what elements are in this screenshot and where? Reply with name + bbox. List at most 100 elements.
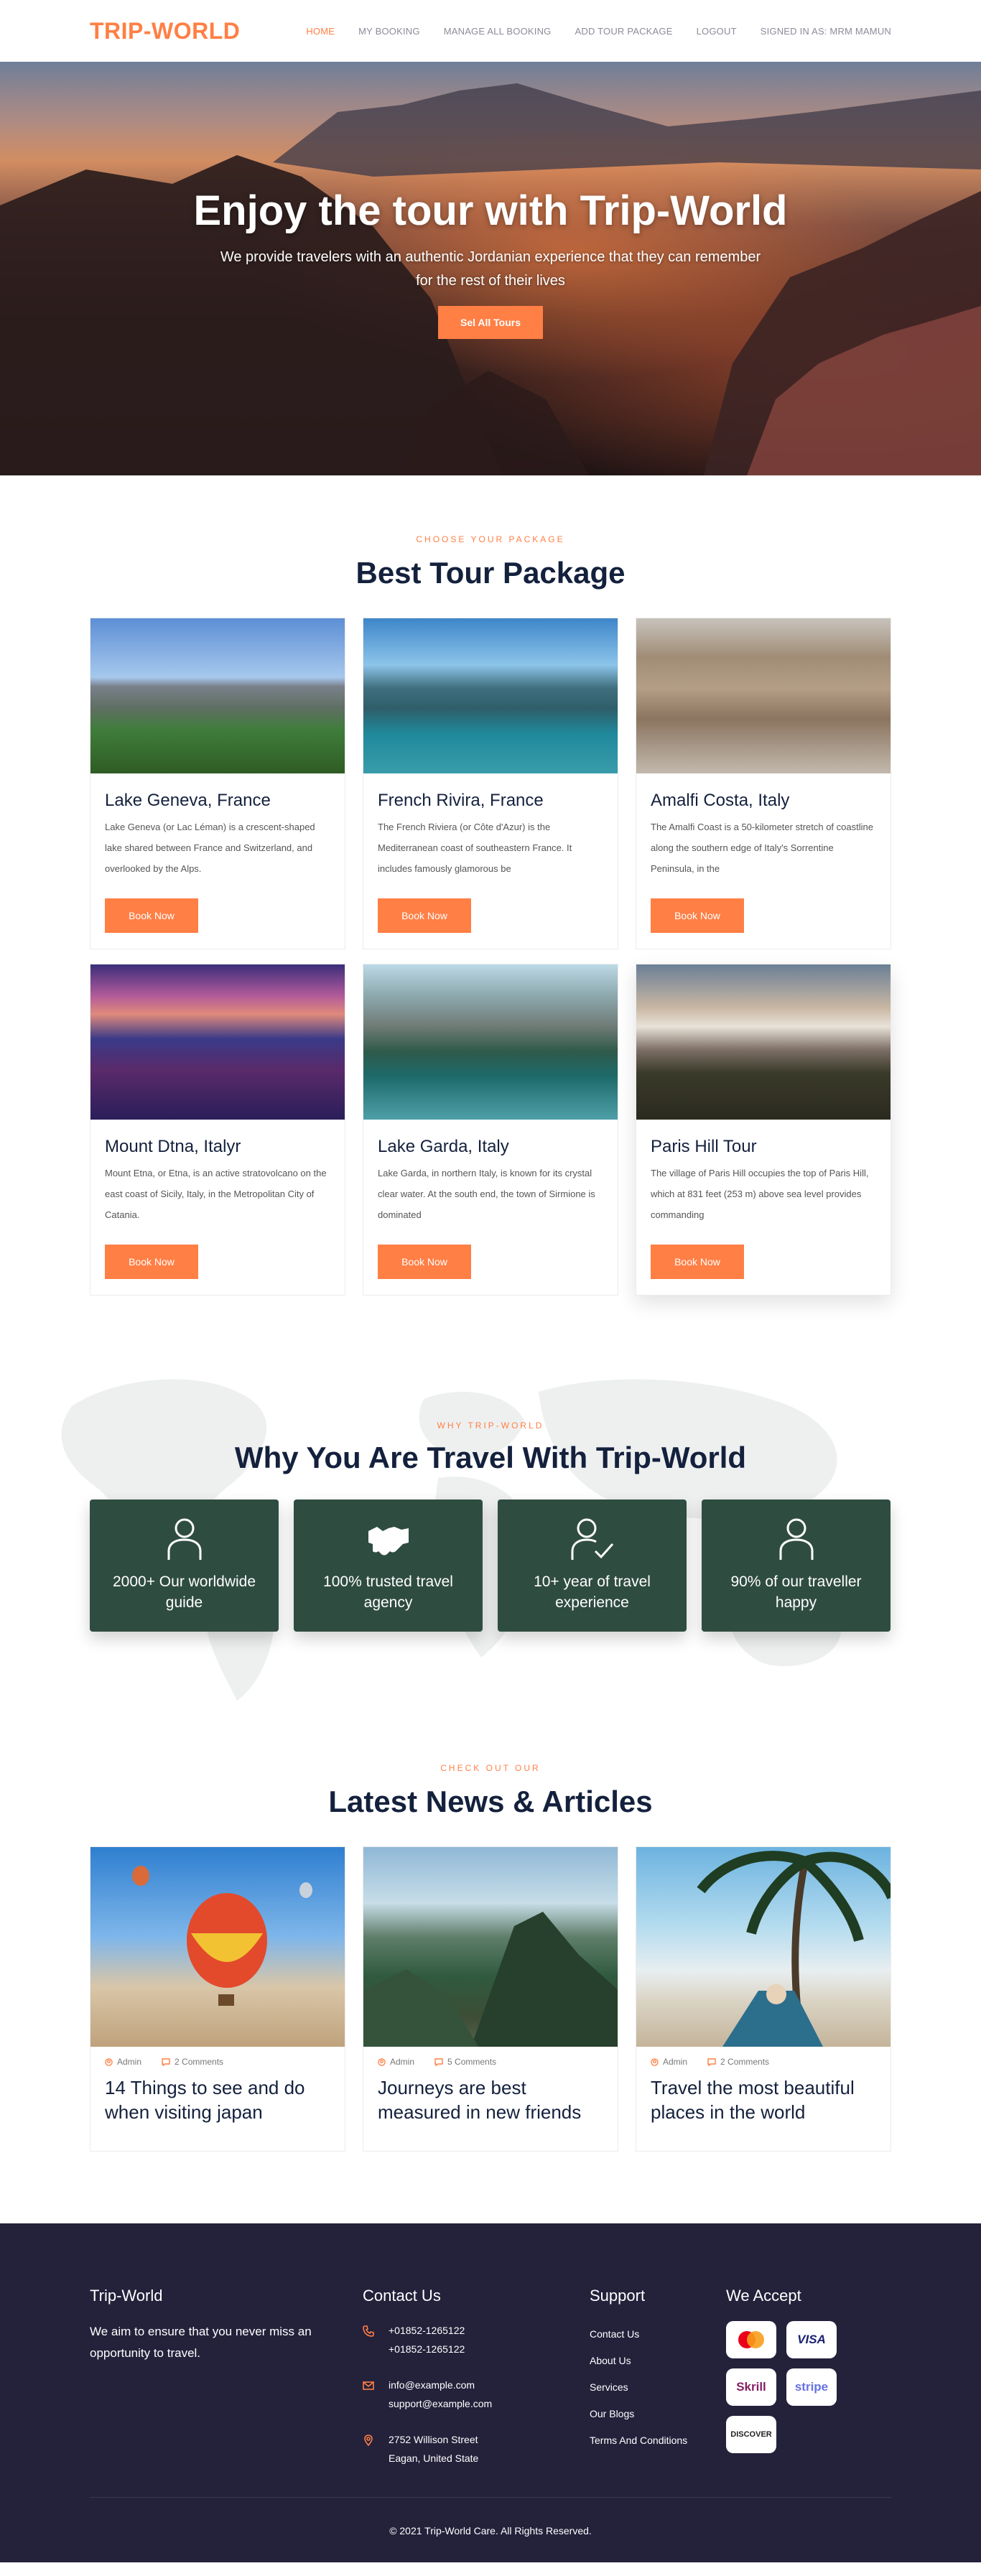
footer-link-contact-us[interactable]: Contact Us xyxy=(590,2321,726,2348)
book-now-button[interactable]: Book Now xyxy=(651,898,744,933)
article-author: Admin xyxy=(378,2057,414,2067)
location-pin-icon xyxy=(364,2435,373,2446)
footer-about-text: We aim to ensure that you never miss an … xyxy=(90,2325,312,2360)
package-card: French Rivira, France The French Riviera… xyxy=(363,618,618,949)
footer-link-our-blogs[interactable]: Our Blogs xyxy=(590,2401,726,2427)
footer-accept-title: We Accept xyxy=(726,2287,801,2305)
contact-address-text: 2752 Willison Street Eagan, United State xyxy=(389,2434,479,2464)
top-navbar: TRIP-WORLD HOME MY BOOKING MANAGE ALL BO… xyxy=(0,0,981,62)
footer-link-services[interactable]: Services xyxy=(590,2374,726,2401)
article-image xyxy=(90,1847,345,2047)
footer-link-terms[interactable]: Terms And Conditions xyxy=(590,2427,726,2454)
contact-address: 2752 Willison Street Eagan, United State xyxy=(363,2430,590,2468)
user-circle-icon xyxy=(651,2057,659,2066)
packages-tag: CHOOSE YOUR PACKAGE xyxy=(416,534,565,544)
article-image xyxy=(636,1847,891,2047)
package-card: Paris Hill Tour The village of Paris Hil… xyxy=(636,964,891,1296)
book-now-button[interactable]: Book Now xyxy=(378,1245,471,1279)
article-comments[interactable]: 2 Comments xyxy=(162,2057,223,2067)
article-card[interactable]: Admin 2 Comments Travel the most beautif… xyxy=(636,1846,891,2152)
packages-title: Best Tour Package xyxy=(355,556,626,590)
package-description: Mount Etna, or Etna, is an active strato… xyxy=(105,1168,327,1220)
feature-text: 90% of our traveller happy xyxy=(730,1573,862,1611)
article-meta: Admin 2 Comments xyxy=(651,2057,876,2067)
user-check-icon xyxy=(571,1518,613,1560)
article-author: Admin xyxy=(651,2057,687,2067)
footer-support-title: Support xyxy=(590,2287,646,2305)
site-footer: Trip-World We aim to ensure that you nev… xyxy=(0,2223,981,2562)
see-all-tours-button[interactable]: Sel All Tours xyxy=(438,305,543,339)
article-title[interactable]: 14 Things to see and do when visiting ja… xyxy=(105,2075,330,2124)
nav-logout[interactable]: LOGOUT xyxy=(697,26,737,37)
main-nav: HOME MY BOOKING MANAGE ALL BOOKING ADD T… xyxy=(306,26,891,37)
footer-about: Trip-World We aim to ensure that you nev… xyxy=(90,2287,363,2485)
why-section: WHY TRIP-WORLD Why You Are Travel With T… xyxy=(0,1363,981,1706)
footer-support: Support Contact Us About Us Services Our… xyxy=(590,2287,726,2485)
feature-card: 10+ year of travel experience xyxy=(498,1499,687,1632)
book-now-button[interactable]: Book Now xyxy=(105,1245,198,1279)
article-image xyxy=(363,1847,618,2047)
mail-icon xyxy=(363,2381,374,2390)
package-image xyxy=(90,618,345,773)
news-tag: CHECK OUT OUR xyxy=(440,1763,541,1773)
package-description: The French Riviera (or Côte d'Azur) is t… xyxy=(378,822,572,874)
nav-add-tour-package[interactable]: ADD TOUR PACKAGE xyxy=(575,26,672,37)
contact-email: info@example.com support@example.com xyxy=(363,2376,590,2413)
user-circle-icon xyxy=(378,2057,386,2066)
package-title: Paris Hill Tour xyxy=(651,1137,757,1156)
article-title[interactable]: Journeys are best measured in new friend… xyxy=(378,2075,603,2124)
package-description: Lake Geneva (or Lac Léman) is a crescent… xyxy=(105,822,315,874)
footer-link-about-us[interactable]: About Us xyxy=(590,2348,726,2374)
article-title[interactable]: Travel the most beautiful places in the … xyxy=(651,2075,876,2124)
book-now-button[interactable]: Book Now xyxy=(651,1245,744,1279)
contact-phone: +01852-1265122 +01852-1265122 xyxy=(363,2321,590,2358)
why-content: WHY TRIP-WORLD Why You Are Travel With T… xyxy=(0,1363,981,1632)
mountain-illustration xyxy=(363,1912,618,2047)
why-tag: WHY TRIP-WORLD xyxy=(437,1420,544,1431)
nav-my-booking[interactable]: MY BOOKING xyxy=(358,26,420,37)
comment-icon xyxy=(707,2057,716,2066)
package-image xyxy=(636,618,891,773)
nav-manage-all-booking[interactable]: MANAGE ALL BOOKING xyxy=(444,26,552,37)
feature-card: 90% of our traveller happy xyxy=(702,1499,891,1632)
book-now-button[interactable]: Book Now xyxy=(105,898,198,933)
comment-icon xyxy=(434,2057,443,2066)
footer-payments: We Accept VISA Skrill stripe DISCOVER xyxy=(726,2287,891,2485)
news-title: Latest News & Articles xyxy=(328,1785,653,1818)
why-title: Why You Are Travel With Trip-World xyxy=(234,1441,747,1474)
package-card: Lake Geneva, France Lake Geneva (or Lac … xyxy=(90,618,345,949)
nav-home[interactable]: HOME xyxy=(306,26,335,37)
hot-air-balloon-illustration xyxy=(132,1866,312,2006)
package-title: Lake Garda, Italy xyxy=(378,1137,509,1156)
article-card[interactable]: Admin 5 Comments Journeys are best measu… xyxy=(363,1846,618,2152)
package-image xyxy=(90,964,345,1120)
features-row: 2000+ Our worldwide guide 100% trusted t… xyxy=(90,1499,891,1632)
article-comments[interactable]: 5 Comments xyxy=(434,2057,496,2067)
footer-brand: Trip-World xyxy=(90,2287,163,2305)
feature-card: 100% trusted travel agency xyxy=(294,1499,483,1632)
user-icon xyxy=(167,1518,201,1560)
user-circle-icon xyxy=(105,2057,113,2066)
contact-phone-text[interactable]: +01852-1265122 +01852-1265122 xyxy=(389,2321,465,2358)
footer-contact-title: Contact Us xyxy=(363,2287,441,2305)
article-card[interactable]: Admin 2 Comments 14 Things to see and do… xyxy=(90,1846,345,2152)
footer-contact: Contact Us +01852-1265122 +01852-1265122… xyxy=(363,2287,590,2485)
package-description: The Amalfi Coast is a 50-kilometer stret… xyxy=(651,822,873,874)
book-now-button[interactable]: Book Now xyxy=(378,898,471,933)
discover-logo: DISCOVER xyxy=(726,2416,776,2453)
contact-email-text[interactable]: info@example.com support@example.com xyxy=(389,2376,492,2413)
user-icon xyxy=(779,1518,813,1560)
tour-packages-section: CHOOSE YOUR PACKAGE Best Tour Package La… xyxy=(0,475,981,1296)
site-logo[interactable]: TRIP-WORLD xyxy=(90,18,240,45)
article-meta: Admin 2 Comments xyxy=(105,2057,330,2067)
payment-methods: VISA Skrill stripe DISCOVER xyxy=(726,2321,891,2453)
footer-columns: Trip-World We aim to ensure that you nev… xyxy=(90,2287,891,2485)
package-description: The village of Paris Hill occupies the t… xyxy=(651,1168,869,1220)
hero-banner: Enjoy the tour with Trip-World We provid… xyxy=(0,62,981,475)
footer-divider xyxy=(90,2497,891,2498)
feature-text: 100% trusted travel agency xyxy=(323,1573,453,1611)
article-comments[interactable]: 2 Comments xyxy=(707,2057,769,2067)
palm-beach-illustration xyxy=(697,1851,891,2047)
nav-signed-in-user[interactable]: SIGNED IN AS: MRM MAMUN xyxy=(761,26,891,37)
package-description: Lake Garda, in northern Italy, is known … xyxy=(378,1168,595,1220)
